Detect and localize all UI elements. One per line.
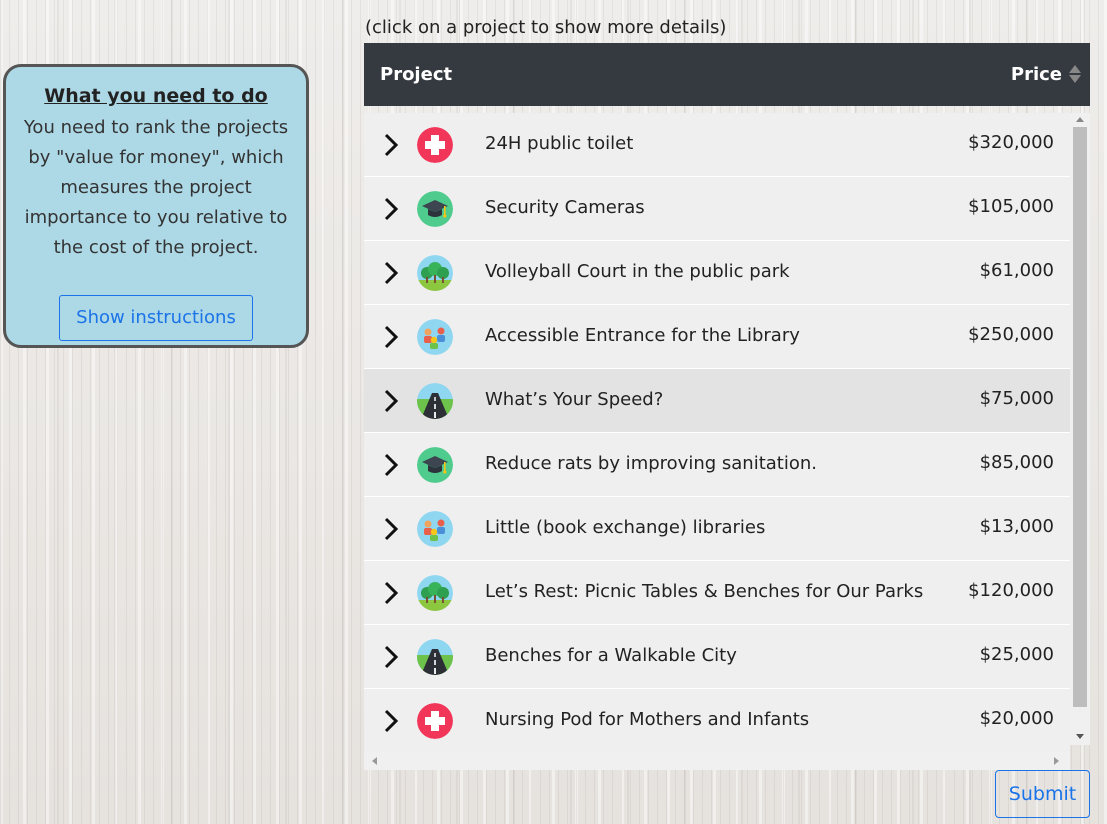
project-price: $75,000 [979,388,1054,409]
park-trees-icon [417,255,453,291]
vertical-scrollbar[interactable] [1070,113,1090,745]
project-price: $20,000 [979,708,1054,729]
road-icon [417,639,453,675]
card-title: What you need to do [44,85,268,107]
project-price: $25,000 [979,644,1054,665]
table-row[interactable]: Volleyball Court in the public park $61,0… [364,241,1070,305]
health-cross-icon [417,703,453,739]
column-header-project[interactable]: Project [380,64,452,85]
table-body: 24H public toilet $320,000 Security Camera… [364,113,1070,753]
projects-table: Project Price 24H public toilet $320,000 S… [364,43,1090,770]
road-icon [417,383,453,419]
table-header: Project Price [364,43,1090,106]
column-header-price[interactable]: Price [1011,64,1062,85]
scroll-right-arrow[interactable] [1054,757,1059,765]
scroll-up-arrow[interactable] [1076,117,1084,122]
task-card: What you need to do You need to rank the… [3,64,309,348]
scroll-left-arrow[interactable] [372,757,377,765]
project-name: Nursing Pod for Mothers and Infants [485,709,810,730]
chevron-right-icon[interactable] [384,453,399,477]
vertical-scroll-thumb[interactable] [1073,127,1087,707]
chevron-right-icon[interactable] [384,389,399,413]
sort-icon[interactable] [1068,63,1082,85]
project-price: $61,000 [979,260,1054,281]
project-price: $13,000 [979,516,1054,537]
table-row[interactable]: Let’s Rest: Picnic Tables & Benches for … [364,561,1070,625]
scroll-down-arrow[interactable] [1076,734,1084,739]
table-row[interactable]: Accessible Entrance for the Library $250,… [364,305,1070,369]
table-row[interactable]: What’s Your Speed? $75,000 [364,369,1070,433]
chevron-right-icon[interactable] [384,645,399,669]
project-name: What’s Your Speed? [485,389,664,410]
show-instructions-button[interactable]: Show instructions [59,295,253,341]
park-trees-icon [417,575,453,611]
project-name: Accessible Entrance for the Library [485,325,800,346]
table-row[interactable]: Little (book exchange) libraries $13,000 [364,497,1070,561]
table-row[interactable]: 24H public toilet $320,000 [364,113,1070,177]
table-row[interactable]: Reduce rats by improving sanitation. $85,… [364,433,1070,497]
instruction-hint: (click on a project to show more details… [365,17,727,38]
project-price: $120,000 [968,580,1054,601]
project-name: Let’s Rest: Picnic Tables & Benches for … [485,581,924,602]
project-price: $105,000 [968,196,1054,217]
health-cross-icon [417,127,453,163]
chevron-right-icon[interactable] [384,581,399,605]
chevron-right-icon[interactable] [384,325,399,349]
chevron-right-icon[interactable] [384,133,399,157]
project-name: Security Cameras [485,197,645,218]
table-row[interactable]: Nursing Pod for Mothers and Infants $20,0… [364,689,1070,753]
community-people-icon [417,511,453,547]
graduation-cap-icon [417,447,453,483]
project-name: Little (book exchange) libraries [485,517,766,538]
project-name: 24H public toilet [485,133,634,154]
chevron-right-icon[interactable] [384,197,399,221]
table-row[interactable]: Security Cameras $105,000 [364,177,1070,241]
project-name: Reduce rats by improving sanitation. [485,453,817,474]
project-name: Benches for a Walkable City [485,645,737,666]
project-price: $320,000 [968,132,1054,153]
chevron-right-icon[interactable] [384,517,399,541]
card-body: You need to rank the projects by "value … [23,117,289,258]
table-row[interactable]: Benches for a Walkable City $25,000 [364,625,1070,689]
chevron-right-icon[interactable] [384,261,399,285]
community-people-icon [417,319,453,355]
chevron-right-icon[interactable] [384,709,399,733]
project-price: $250,000 [968,324,1054,345]
horizontal-scrollbar[interactable] [364,752,1070,770]
graduation-cap-icon [417,191,453,227]
project-price: $85,000 [979,452,1054,473]
project-name: Volleyball Court in the public park [485,261,790,282]
submit-button[interactable]: Submit [995,770,1090,818]
